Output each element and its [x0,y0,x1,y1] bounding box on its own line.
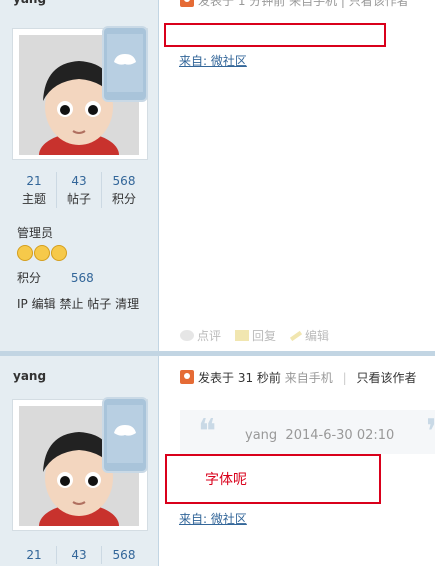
ip-link[interactable]: IP [17,297,28,311]
post-meta: 发表于 31 秒前 来自手机 | 只看该作者 [180,369,417,386]
user-group[interactable]: 管理员 [17,224,53,241]
stat-points[interactable]: 568 积分 [102,172,146,208]
post-icon [180,0,194,7]
post-actions: 点评 回复 编辑 [180,327,329,344]
post-meta: 发表于 1 分钟前 来自手机 | 只看该作者 [180,0,409,9]
post-content: 字体呢 [205,472,247,488]
reply-icon [235,330,250,341]
ban-link[interactable]: 禁止 [59,297,83,311]
medal-icon [17,245,33,261]
user-points: 积分 568 [17,271,94,285]
quote-block: ❝ ❞ yang 2014-6-30 02:10 [180,410,435,454]
admin-links: IP 编辑 禁止 帖子 清理 [17,295,139,312]
edit-action[interactable]: 编辑 [289,327,329,344]
user-stats: 21 主题 43 帖子 568 积分 [12,172,146,208]
comment-icon [180,330,194,341]
post-separator [0,351,435,356]
open-quote-icon: ❝ [198,412,217,452]
mobile-badge-icon [102,397,148,473]
empty-post-highlight [164,23,386,47]
comment-action[interactable]: 点评 [180,327,221,344]
close-quote-icon: ❞ [426,412,435,452]
from-link[interactable]: 来自: 微社区 [179,510,247,527]
medal-icon [51,245,67,261]
posts-link[interactable]: 帖子 [87,297,111,311]
clean-link[interactable]: 清理 [115,297,139,311]
post-content-highlight: 字体呢 [165,454,381,504]
only-author-link[interactable]: 只看该作者 [356,371,416,385]
author-name[interactable]: yang [13,0,46,6]
mobile-badge-icon [102,26,148,102]
stat-posts[interactable]: 43 帖子 [57,172,102,208]
stat-posts[interactable]: 43 [57,546,102,564]
post-icon [180,370,194,384]
stat-points[interactable]: 568 [102,546,146,564]
edit-link[interactable]: 编辑 [32,297,56,311]
stat-threads[interactable]: 21 [12,546,57,564]
medal-icons [17,245,68,264]
stat-threads[interactable]: 21 主题 [12,172,57,208]
quote-meta: yang 2014-6-30 02:10 [245,428,395,443]
medal-icon [34,245,50,261]
author-name[interactable]: yang [13,369,46,383]
pencil-icon [289,330,303,341]
from-link[interactable]: 来自: 微社区 [179,52,247,69]
user-stats: 21 43 568 [12,546,146,564]
reply-action[interactable]: 回复 [235,327,276,344]
